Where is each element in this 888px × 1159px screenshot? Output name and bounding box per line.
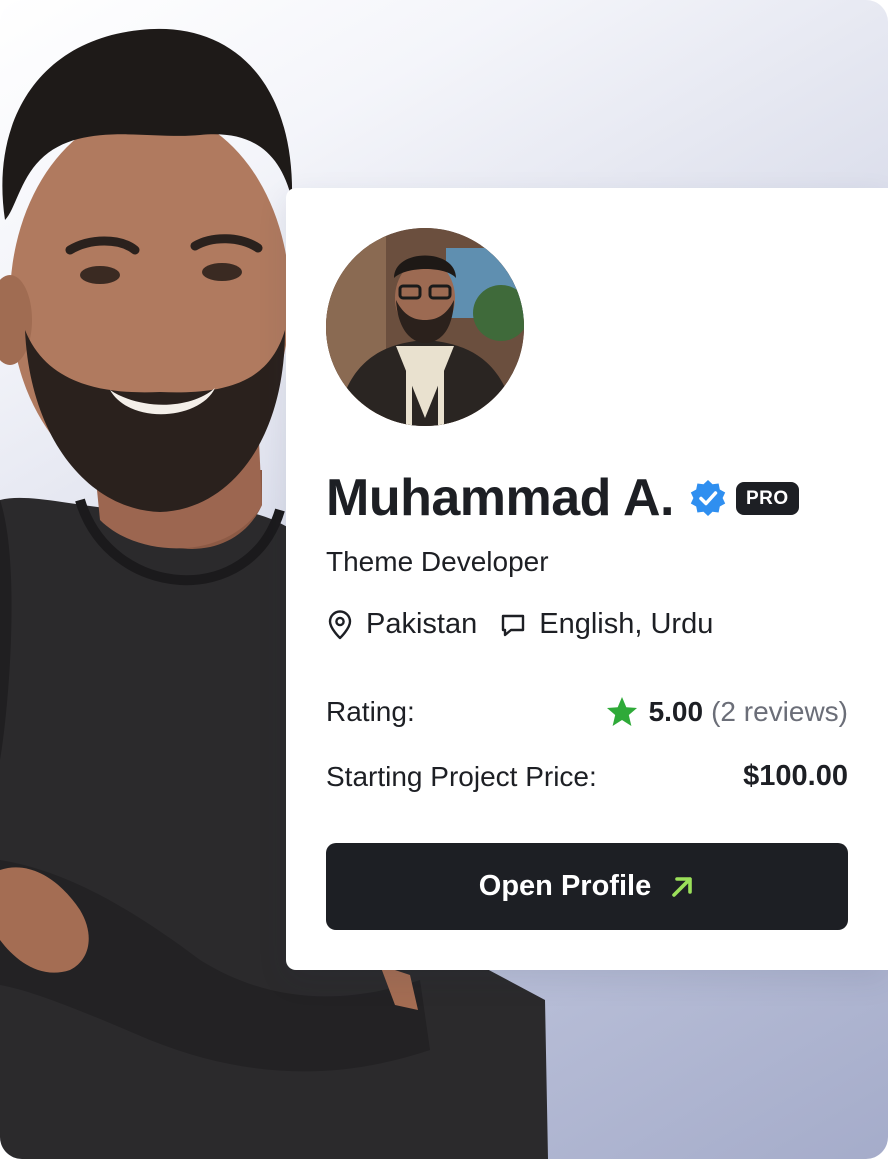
arrow-up-right-icon bbox=[672, 876, 693, 897]
open-profile-label: Open Profile bbox=[478, 870, 652, 902]
profile-promo: Muhammad A. PRO Theme Developer Pakistan bbox=[0, 0, 888, 1159]
profile-name: Muhammad A. bbox=[326, 469, 674, 527]
rating-value: 5.00 (2 reviews) bbox=[605, 695, 848, 729]
map-pin-icon bbox=[328, 609, 352, 639]
price-row: Starting Project Price: $100.00 bbox=[326, 760, 848, 793]
rating-score: 5.00 bbox=[648, 696, 704, 727]
profile-meta: Pakistan English, Urdu bbox=[326, 608, 713, 641]
pro-badge: PRO bbox=[735, 481, 799, 515]
price-label: Starting Project Price: bbox=[326, 760, 597, 792]
chat-bubble-icon bbox=[502, 614, 525, 636]
name-row: Muhammad A. PRO bbox=[326, 468, 799, 528]
languages: English, Urdu bbox=[499, 608, 713, 641]
price-value: $100.00 bbox=[743, 760, 848, 792]
avatar bbox=[326, 228, 524, 426]
review-count[interactable]: (2 reviews) bbox=[711, 696, 848, 728]
profile-card: Muhammad A. PRO Theme Developer Pakistan bbox=[286, 188, 888, 970]
profile-role: Theme Developer bbox=[326, 546, 549, 577]
verified-check-icon bbox=[690, 480, 726, 516]
languages-text: English, Urdu bbox=[539, 608, 714, 640]
star-icon bbox=[606, 697, 637, 726]
location: Pakistan bbox=[326, 608, 477, 641]
rating-label: Rating: bbox=[326, 696, 415, 727]
open-profile-button[interactable]: Open Profile bbox=[326, 843, 848, 930]
location-text: Pakistan bbox=[366, 608, 478, 640]
rating-row: Rating: 5.00 (2 reviews) bbox=[326, 695, 848, 729]
